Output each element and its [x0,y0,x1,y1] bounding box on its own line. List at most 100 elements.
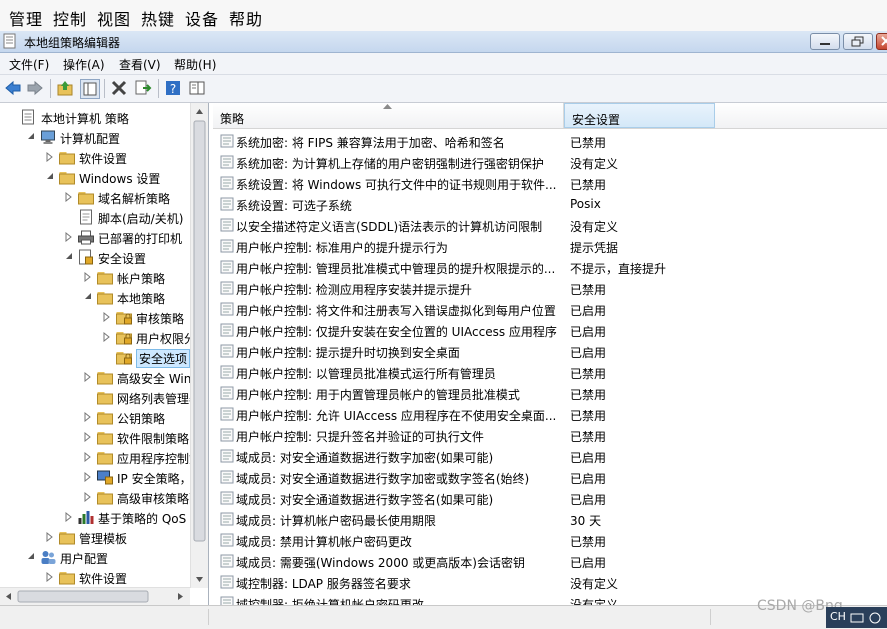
tree-collapsed-arrow-icon[interactable] [84,412,92,422]
menu-help[interactable]: 帮助(H) [174,56,216,73]
menu-view[interactable]: 查看(V) [119,56,161,73]
tree-collapsed-arrow-icon[interactable] [84,452,92,462]
tree-node[interactable]: 用户配置 [0,548,190,568]
host-menu-hotkey[interactable]: 热键 [141,6,175,30]
tree-node[interactable]: 软件设置 [0,148,190,168]
toolbar: ? [0,75,887,103]
tree-node[interactable]: Windows 设置 [0,168,190,188]
policy-row[interactable]: 域成员: 对安全通道数据进行数字签名(如果可能) 已启用 [213,488,887,509]
tree-expanded-arrow-icon[interactable] [84,292,92,302]
policy-row[interactable]: 用户帐户控制: 以管理员批准模式运行所有管理员 已禁用 [213,362,887,383]
host-menu-manage[interactable]: 管理 [9,6,43,30]
tree-expanded-arrow-icon[interactable] [46,172,54,182]
tree-collapsed-arrow-icon[interactable] [84,472,92,482]
tree-collapsed-arrow-icon[interactable] [84,372,92,382]
navigation-tree[interactable]: 本地计算机 策略 计算机配置 软件设置 Windows 设置 域名解析策略 脚本(启动/关… [0,103,209,605]
policy-row[interactable]: 域控制器: LDAP 服务器签名要求 没有定义 [213,572,887,593]
language-bar-icon[interactable] [868,611,882,625]
tree-collapsed-arrow-icon[interactable] [65,192,73,202]
policy-row[interactable]: 系统加密: 将 FIPS 兼容算法用于加密、哈希和签名 已禁用 [213,131,887,152]
minimize-button[interactable] [810,33,840,50]
tree-node[interactable]: 用户权限分配 [0,328,208,348]
tree-node[interactable]: 公钥策略 [0,408,190,428]
tree-node[interactable]: 高级审核策略配置 [0,488,208,508]
tree-node[interactable]: 基于策略的 QoS [0,508,190,528]
policy-setting-icon [220,218,234,232]
show-hide-tree-icon[interactable] [80,79,100,99]
tree-node[interactable]: 应用程序控制策略 [0,448,208,468]
host-menu-help[interactable]: 帮助 [229,6,263,30]
tree-collapsed-arrow-icon[interactable] [65,512,73,522]
policy-row[interactable]: 用户帐户控制: 管理员批准模式中管理员的提升权限提示的... 不提示，直接提升 [213,257,887,278]
tree-collapsed-arrow-icon[interactable] [84,432,92,442]
tree-node[interactable]: 高级安全 Windo [0,368,206,388]
tree-collapsed-arrow-icon[interactable] [65,232,73,242]
help-icon[interactable]: ? [164,79,182,97]
delete-x-icon[interactable] [110,79,128,97]
policy-row[interactable]: 域成员: 对安全通道数据进行数字加密或数字签名(始终) 已启用 [213,467,887,488]
tree-node[interactable]: 管理模板 [0,528,190,548]
host-menu-view[interactable]: 视图 [97,6,131,30]
column-header-policy[interactable]: 策略 [213,103,564,128]
policy-row[interactable]: 域成员: 禁用计算机帐户密码更改 已禁用 [213,530,887,551]
policy-row[interactable]: 域成员: 需要强(Windows 2000 或更高版本)会话密钥 已启用 [213,551,887,572]
tree-collapsed-arrow-icon[interactable] [84,492,92,502]
tree-collapsed-arrow-icon[interactable] [84,272,92,282]
tree-expanded-arrow-icon[interactable] [65,252,73,262]
policy-row[interactable]: 用户帐户控制: 只提升签名并验证的可执行文件 已禁用 [213,425,887,446]
policy-row[interactable]: 用户帐户控制: 仅提升安装在安全位置的 UIAccess 应用程序 已启用 [213,320,887,341]
menu-file[interactable]: 文件(F) [9,56,49,73]
host-menu-device[interactable]: 设备 [185,6,219,30]
policy-row[interactable]: 用户帐户控制: 用于内置管理员帐户的管理员批准模式 已禁用 [213,383,887,404]
tree-node[interactable]: 软件设置 [0,568,190,588]
policy-row[interactable]: 以安全描述符定义语言(SDDL)语法表示的计算机访问限制 没有定义 [213,215,887,236]
tree-expanded-arrow-icon[interactable] [27,552,35,562]
policy-row[interactable]: 用户帐户控制: 允许 UIAccess 应用程序在不使用安全桌面... 已禁用 [213,404,887,425]
column-header-security-setting[interactable]: 安全设置 [564,103,715,128]
menu-action[interactable]: 操作(A) [63,56,105,73]
policy-list[interactable]: 策略 安全设置 系统加密: 将 FIPS 兼容算法用于加密、哈希和签名 已禁用 系统… [213,103,887,605]
policy-row[interactable]: 域成员: 计算机帐户密码最长使用期限 30 天 [213,509,887,530]
policy-row[interactable]: 系统设置: 可选子系统 Posix [213,194,887,215]
policy-row[interactable]: 域成员: 对安全通道数据进行数字加密(如果可能) 已启用 [213,446,887,467]
policy-row[interactable]: 用户帐户控制: 将文件和注册表写入错误虚拟化到每用户位置 已启用 [213,299,887,320]
tree-node[interactable]: 脚本(启动/关机) [0,208,190,228]
folder-icon [97,272,113,285]
tree-vertical-scrollbar[interactable] [190,103,208,588]
export-list-icon[interactable] [134,79,152,97]
window-titlebar[interactable]: 本地组策略编辑器 [0,31,887,53]
close-button[interactable] [876,33,887,50]
policy-row[interactable]: 用户帐户控制: 提示提升时切换到安全桌面 已启用 [213,341,887,362]
tree-collapsed-arrow-icon[interactable] [103,332,111,342]
ime-indicator[interactable]: CH [830,610,846,623]
tree-node[interactable]: 已部署的打印机 [0,228,190,248]
policy-row[interactable]: 系统设置: 将 Windows 可执行文件中的证书规则用于软件... 已禁用 [213,173,887,194]
policy-row[interactable]: 用户帐户控制: 标准用户的提升提示行为 提示凭据 [213,236,887,257]
host-menu-control[interactable]: 控制 [53,6,87,30]
tree-node[interactable]: 域名解析策略 [0,188,190,208]
tree-node[interactable]: 计算机配置 [0,128,190,148]
tree-node[interactable]: IP 安全策略，在 [0,468,204,488]
tree-node[interactable]: 网络列表管理器策 [0,388,208,408]
tree-expanded-arrow-icon[interactable] [27,132,35,142]
properties-pane-icon[interactable] [188,79,206,97]
tree-node[interactable]: 软件限制策略 [0,428,190,448]
back-arrow-icon[interactable] [4,79,22,97]
policy-row[interactable]: 用户帐户控制: 检测应用程序安装并提示提升 已禁用 [213,278,887,299]
tree-collapsed-arrow-icon[interactable] [46,572,54,582]
keyboard-icon[interactable] [850,611,864,625]
tree-collapsed-arrow-icon[interactable] [103,312,111,322]
tree-collapsed-arrow-icon[interactable] [46,532,54,542]
tree-horizontal-scrollbar[interactable] [0,587,190,605]
policy-row[interactable]: 系统加密: 为计算机上存储的用户密钥强制进行强密钥保护 没有定义 [213,152,887,173]
up-folder-icon[interactable] [56,79,74,97]
tree-node[interactable]: 本地策略 [0,288,190,308]
tree-node[interactable]: 帐户策略 [0,268,190,288]
tree-collapsed-arrow-icon[interactable] [46,152,54,162]
forward-arrow-icon[interactable] [26,79,44,97]
tree-node[interactable]: 安全设置 [0,248,190,268]
tree-node[interactable]: 审核策略 [0,308,190,328]
tree-node[interactable]: 安全选项 [0,348,191,368]
tree-node[interactable]: 本地计算机 策略 [0,108,190,128]
restore-button[interactable] [843,33,873,50]
